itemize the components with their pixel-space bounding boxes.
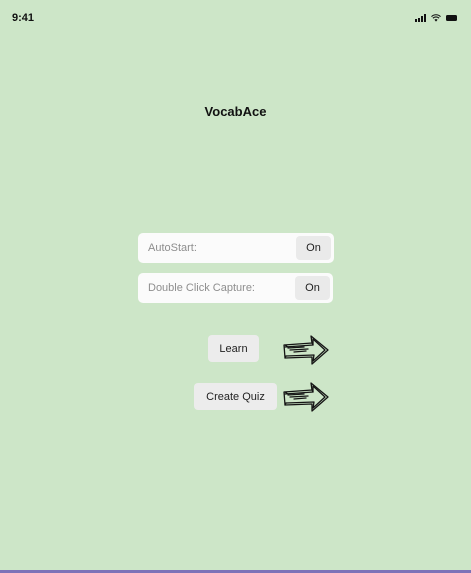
double-click-capture-toggle-button[interactable]: On (295, 276, 330, 300)
wifi-icon (431, 14, 441, 22)
setting-row-double-click-capture: Double Click Capture: On (138, 273, 333, 303)
create-quiz-arrow-icon[interactable] (282, 378, 332, 414)
autostart-toggle-button[interactable]: On (296, 236, 331, 260)
app-screen: 9:41 VocabAce AutoStart: On Double Click… (0, 0, 471, 573)
learn-arrow-icon[interactable] (282, 332, 332, 368)
create-quiz-button[interactable]: Create Quiz (194, 383, 277, 410)
app-title: VocabAce (204, 104, 267, 119)
battery-icon (446, 15, 457, 21)
status-icons (415, 14, 457, 22)
signal-icon (415, 14, 426, 22)
autostart-label: AutoStart: (148, 242, 197, 254)
double-click-capture-label: Double Click Capture: (148, 282, 255, 294)
status-time: 9:41 (12, 12, 35, 24)
learn-button[interactable]: Learn (208, 335, 259, 362)
setting-row-autostart: AutoStart: On (138, 233, 334, 263)
